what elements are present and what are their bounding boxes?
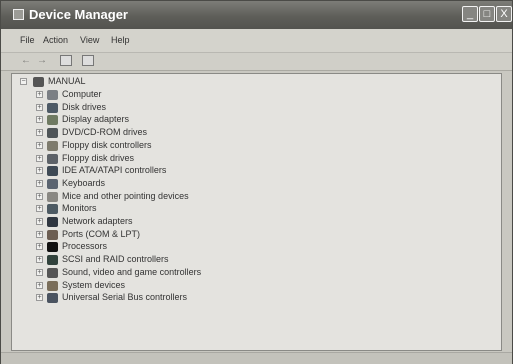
expand-icon[interactable]: + (36, 243, 43, 251)
expand-icon[interactable]: + (36, 218, 43, 225)
tree-item-label: Processors (62, 241, 108, 252)
menu-action[interactable]: Action (43, 35, 68, 45)
window-title: Device Manager (29, 7, 128, 22)
menu-bar: File Action View Help (1, 29, 512, 53)
expand-icon[interactable]: + (36, 141, 43, 149)
disk-drive-icon (47, 102, 58, 113)
expand-icon[interactable]: + (36, 129, 43, 137)
tree-item-label: Ports (COM & LPT) (62, 228, 141, 239)
expand-icon[interactable]: + (36, 256, 43, 264)
tree-item-label: Floppy disk drives (62, 152, 135, 163)
expand-icon[interactable]: + (36, 116, 43, 124)
maximize-button[interactable]: □ (479, 6, 495, 22)
ide-controller-icon (47, 166, 58, 177)
title-bar[interactable]: Device Manager _ □ X (1, 1, 512, 29)
processor-icon (47, 242, 58, 253)
usb-icon (47, 293, 58, 304)
tree-item-label: Display adapters (62, 114, 130, 125)
close-button[interactable]: X (496, 6, 512, 22)
sound-icon (47, 267, 58, 278)
tree-root-label: MANUAL (48, 76, 86, 86)
minimize-button[interactable]: _ (462, 6, 478, 22)
expand-icon[interactable]: + (36, 103, 43, 111)
expand-icon[interactable]: + (36, 154, 43, 162)
mouse-icon (47, 191, 58, 202)
tree-item-label: DVD/CD-ROM drives (62, 127, 148, 138)
expand-icon[interactable]: + (36, 91, 43, 98)
tree-item-label: Universal Serial Bus controllers (62, 292, 188, 303)
system-device-icon (47, 280, 58, 291)
tree-item-label: Floppy disk controllers (62, 139, 152, 150)
computer-icon (47, 90, 58, 100)
expand-icon[interactable]: + (36, 281, 43, 289)
toolbar: ← → (1, 53, 512, 71)
back-icon[interactable]: ← (19, 55, 33, 67)
menu-file[interactable]: File (20, 35, 35, 45)
tree-item-label: Sound, video and game controllers (62, 266, 202, 277)
forward-icon[interactable]: → (35, 55, 49, 67)
tree-item-label: Computer (62, 89, 102, 99)
expand-icon[interactable]: + (36, 294, 43, 302)
monitor-icon (47, 204, 58, 215)
tree-item-label: Network adapters (62, 216, 133, 226)
status-bar (1, 352, 512, 364)
expand-icon[interactable]: + (36, 205, 43, 213)
expand-icon[interactable]: + (36, 179, 43, 187)
port-icon (47, 229, 58, 240)
floppy-controller-icon (47, 140, 58, 151)
network-adapter-icon (47, 217, 58, 227)
keyboard-icon (47, 178, 58, 189)
tree-item-label: Disk drives (62, 101, 107, 112)
tree-item-label: SCSI and RAID controllers (62, 254, 169, 265)
display-adapter-icon (47, 115, 58, 126)
expand-icon[interactable]: + (36, 230, 43, 238)
tree-item-label: Mice and other pointing devices (62, 190, 189, 201)
collapse-icon[interactable]: − (20, 78, 27, 85)
expand-icon[interactable]: + (36, 192, 43, 200)
cdrom-icon (47, 128, 58, 139)
properties-icon[interactable] (60, 55, 72, 66)
tree-item-label: IDE ATA/ATAPI controllers (62, 165, 167, 176)
tree-item-label: Keyboards (62, 177, 106, 188)
menu-help[interactable]: Help (111, 35, 130, 45)
device-tree-pane: − MANUAL + Computer + Disk drives + Display a… (11, 73, 502, 351)
expand-icon[interactable]: + (36, 268, 43, 276)
expand-icon[interactable]: + (36, 167, 43, 175)
help-icon[interactable] (82, 55, 94, 66)
computer-root-icon (33, 77, 44, 87)
device-manager-icon (13, 9, 24, 20)
floppy-drive-icon (47, 153, 58, 164)
menu-view[interactable]: View (80, 35, 99, 45)
tree-item-label: System devices (62, 279, 126, 290)
tree-item-label: Monitors (62, 203, 97, 214)
device-manager-window: Device Manager _ □ X File Action View He… (0, 0, 513, 364)
scsi-icon (47, 255, 58, 266)
